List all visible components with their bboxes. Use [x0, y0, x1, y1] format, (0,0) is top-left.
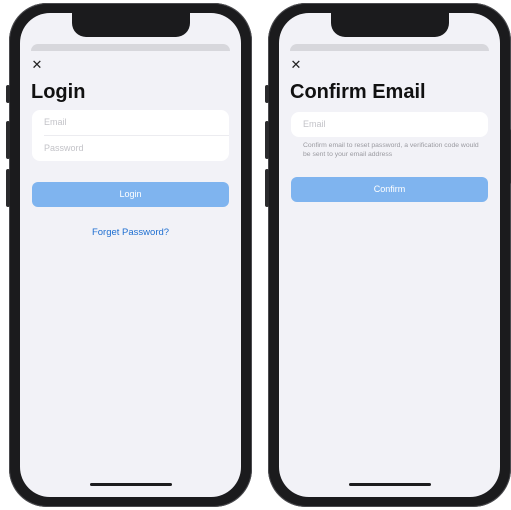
- email-field[interactable]: Email: [291, 112, 488, 137]
- home-indicator: [89, 483, 172, 486]
- password-field[interactable]: Password: [32, 136, 229, 161]
- helper-text: Confirm email to reset password, a verif…: [303, 142, 479, 158]
- confirm-email-screen: ✕ Confirm Email Email Confirm email to r…: [279, 13, 500, 497]
- email-field[interactable]: Email: [32, 110, 229, 135]
- page-title: Confirm Email: [290, 81, 426, 103]
- mute-switch: [6, 85, 10, 103]
- volume-up-button: [6, 121, 10, 159]
- close-icon[interactable]: ✕: [30, 58, 44, 72]
- login-phone-frame: ✕ Login Email Password Login Forget Pass…: [6, 3, 252, 507]
- login-form: Email Password: [32, 110, 229, 161]
- page-title: Login: [31, 81, 86, 103]
- close-icon[interactable]: ✕: [289, 58, 303, 72]
- volume-down-button: [265, 169, 269, 207]
- home-indicator: [348, 483, 431, 486]
- confirm-phone-frame: ✕ Confirm Email Email Confirm email to r…: [265, 3, 511, 507]
- volume-up-button: [265, 121, 269, 159]
- notch: [330, 13, 449, 37]
- login-button[interactable]: Login: [32, 182, 229, 207]
- sheet-handle: [31, 44, 230, 51]
- notch: [71, 13, 190, 37]
- login-screen: ✕ Login Email Password Login Forget Pass…: [20, 13, 241, 497]
- volume-down-button: [6, 169, 10, 207]
- mute-switch: [265, 85, 269, 103]
- sheet-handle: [290, 44, 489, 51]
- forget-password-link[interactable]: Forget Password?: [20, 227, 241, 238]
- confirm-form: Email: [291, 112, 488, 137]
- confirm-button[interactable]: Confirm: [291, 177, 488, 202]
